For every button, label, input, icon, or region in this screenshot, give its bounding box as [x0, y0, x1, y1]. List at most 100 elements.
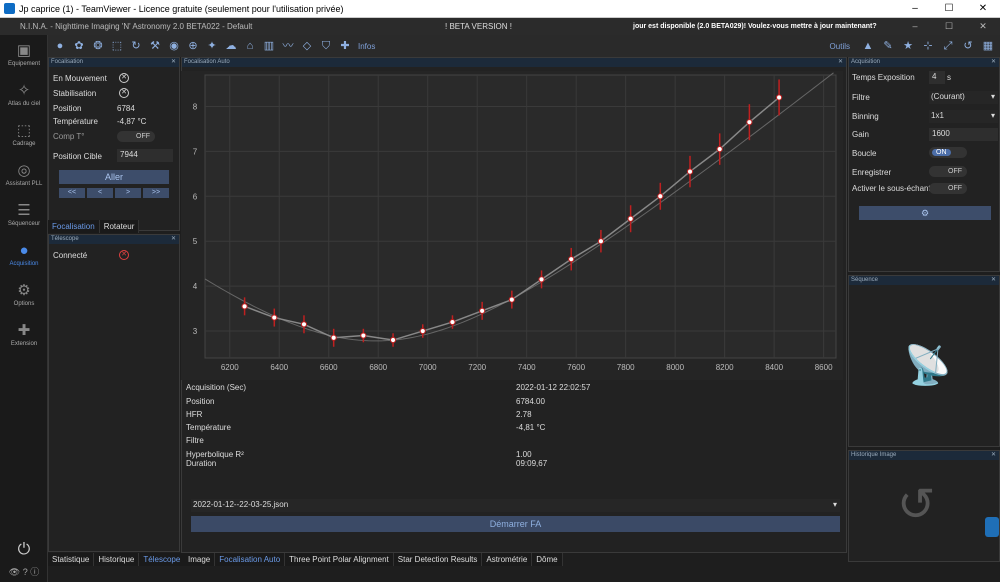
target-icon[interactable]: ⊕	[185, 38, 201, 54]
step-large-back-button[interactable]: <<	[59, 188, 85, 198]
tools-label[interactable]: Outils	[830, 42, 850, 51]
tab-image[interactable]: Image	[184, 553, 216, 566]
close-button[interactable]: ✕	[966, 0, 1000, 18]
camera-icon: ▣	[16, 42, 32, 59]
satellite-dish-icon: 📡	[904, 345, 952, 387]
binning-label: Binning	[852, 112, 879, 121]
capture-button[interactable]: ⚙	[859, 206, 991, 220]
tab-telescope[interactable]: Télescope	[139, 553, 186, 566]
teamviewer-side-icon[interactable]	[985, 517, 999, 537]
tab-rotator[interactable]: Rotateur	[99, 220, 140, 233]
tab-autofocus[interactable]: Focalisation Auto	[215, 553, 286, 566]
focuser-icon[interactable]: ❂	[90, 38, 106, 54]
nav-acquisition[interactable]: ● Acquisition	[0, 241, 48, 275]
nav-sequencer[interactable]: ☰ Séquenceur	[0, 201, 48, 235]
af-file-select[interactable]: 2022-01-12--22-03-25.json	[191, 499, 840, 512]
rotator-icon[interactable]: ⬚	[109, 38, 125, 54]
tab-star-detection[interactable]: Star Detection Results	[393, 553, 483, 566]
plugin-icon[interactable]: ✚	[337, 38, 353, 54]
filter-select[interactable]: (Courant)	[929, 91, 998, 104]
data-point	[746, 119, 753, 126]
layout-icon[interactable]: ▦	[980, 38, 996, 54]
expand-icon[interactable]: ⤢	[940, 38, 956, 54]
close-icon[interactable]: ✕	[171, 235, 176, 244]
nav-equipment[interactable]: ▣ Equipement	[0, 41, 48, 75]
help-icons[interactable]: 👁 ? ⓘ	[0, 565, 48, 578]
camera-tool-icon[interactable]: ●	[52, 38, 68, 54]
nav-options[interactable]: ⚙ Options	[0, 281, 48, 315]
pll-icon: ◎	[17, 162, 31, 179]
nav-extension[interactable]: ✚ Extension	[0, 321, 48, 355]
go-button[interactable]: Aller	[59, 170, 169, 184]
nav-framing[interactable]: ⬚ Cadrage	[0, 121, 48, 155]
sky-atlas-icon: ✧	[17, 82, 31, 99]
app-close-button[interactable]: ✕	[966, 21, 1000, 32]
star-icon[interactable]: ★	[900, 38, 916, 54]
sequencer-icon: ☰	[17, 202, 31, 219]
telescope-tool-icon[interactable]: ⚒	[147, 38, 163, 54]
loop-toggle[interactable]: ON	[929, 147, 967, 158]
weather-icon[interactable]: ☁	[223, 38, 239, 54]
rotate-icon[interactable]: ↻	[128, 38, 144, 54]
target-position-input[interactable]: 7944	[117, 149, 173, 162]
app-minimize-button[interactable]: –	[898, 21, 932, 32]
step-forward-button[interactable]: >	[115, 188, 141, 198]
close-icon[interactable]: ✕	[991, 451, 996, 460]
filterwheel-icon[interactable]: ✿	[71, 38, 87, 54]
binning-select[interactable]: 1x1	[929, 110, 998, 123]
x-tick-label: 7800	[617, 363, 635, 372]
tab-statistics[interactable]: Statistique	[48, 553, 95, 566]
mountain-icon[interactable]: ▲	[860, 38, 876, 54]
focuser-header: Focalisation	[51, 59, 84, 65]
flat-icon[interactable]: ✦	[204, 38, 220, 54]
main-navigation: ▣ Equipement ✧ Atlas du ciel ⬚ Cadrage ◎ Ass…	[0, 35, 48, 582]
guider-icon[interactable]: ◉	[166, 38, 182, 54]
temp-comp-toggle[interactable]: OFF	[117, 131, 155, 142]
close-icon[interactable]: ✕	[991, 276, 996, 285]
tab-history[interactable]: Historique	[94, 553, 140, 566]
tab-astrometry[interactable]: Astrométrie	[482, 553, 533, 566]
focuser-tabs: Focalisation Rotateur	[48, 220, 140, 233]
app-maximize-button[interactable]: ☐	[932, 21, 966, 32]
exposure-input[interactable]: 4	[929, 71, 945, 84]
graph-icon[interactable]: 〰	[280, 38, 296, 54]
infos-label[interactable]: Infos	[358, 42, 375, 51]
minimize-button[interactable]: –	[898, 0, 932, 18]
duration-value: 09:09,67	[516, 459, 548, 468]
power-icon[interactable]: ⏻	[0, 541, 48, 559]
close-icon[interactable]: ✕	[991, 58, 996, 67]
tab-focuser[interactable]: Focalisation	[48, 220, 100, 233]
start-autofocus-button[interactable]: Démarrer FA	[191, 516, 840, 532]
data-point	[597, 238, 605, 245]
tab-polar-alignment[interactable]: Three Point Polar Alignment	[285, 553, 394, 566]
hfr-value: 2.78	[516, 410, 532, 419]
nav-pll[interactable]: ◎ Assistant PLL	[0, 161, 48, 195]
brush-icon[interactable]: ✎	[880, 38, 896, 54]
save-toggle[interactable]: OFF	[929, 166, 967, 177]
close-icon[interactable]: ✕	[171, 58, 176, 67]
data-point	[449, 318, 456, 326]
step-large-forward-button[interactable]: >>	[143, 188, 169, 198]
hyperbolic-label: Hyperbolique R²	[186, 450, 244, 459]
framing-icon: ⬚	[16, 122, 32, 139]
filter-label: Filtre	[852, 93, 870, 102]
shield-icon[interactable]: ⛉	[318, 38, 334, 54]
af-filter-label: Filtre	[186, 436, 204, 445]
crosshair-icon[interactable]: ⊹	[920, 38, 936, 54]
step-back-button[interactable]: <	[87, 188, 113, 198]
maximize-button[interactable]: ☐	[932, 0, 966, 18]
data-point	[479, 307, 486, 314]
temperature-label: Température	[53, 117, 98, 126]
dome-icon[interactable]: ⌂	[242, 38, 258, 54]
stats-icon[interactable]: ▥	[261, 38, 277, 54]
position-value: 6784	[117, 104, 135, 113]
nav-sky-atlas[interactable]: ✧ Atlas du ciel	[0, 81, 48, 115]
close-icon[interactable]: ✕	[838, 58, 843, 67]
subsample-toggle[interactable]: OFF	[929, 183, 967, 194]
x-tick-label: 7400	[518, 363, 536, 372]
history-tool-icon[interactable]: ↺	[960, 38, 976, 54]
bulb-icon[interactable]: ◇	[299, 38, 315, 54]
gain-input[interactable]: 1600	[929, 128, 998, 141]
tab-dome[interactable]: Dôme	[532, 553, 563, 566]
update-notice[interactable]: jour est disponible (2.0 BETA029)! Voule…	[633, 23, 877, 30]
